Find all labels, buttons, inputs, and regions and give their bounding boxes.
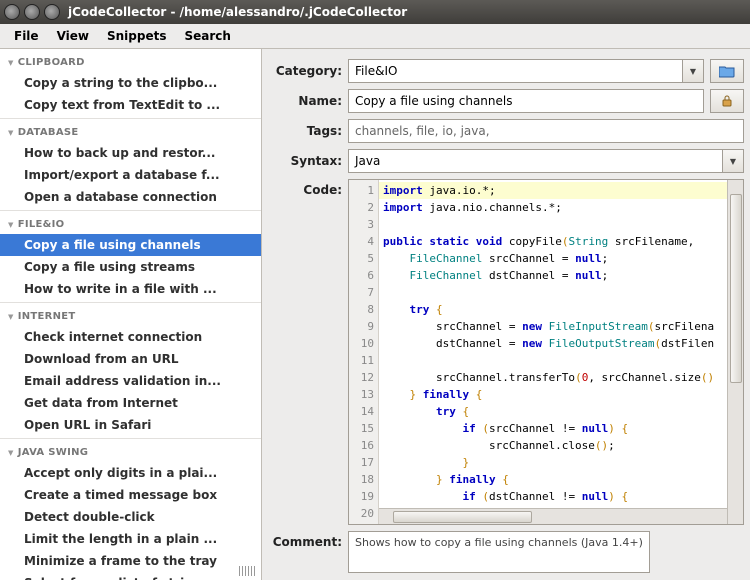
- tags-field[interactable]: channels, file, io, java,: [348, 119, 744, 143]
- sidebar-item[interactable]: How to back up and restor...: [0, 142, 261, 164]
- close-window-button[interactable]: [4, 4, 20, 20]
- maximize-window-button[interactable]: [44, 4, 60, 20]
- sidebar-resize-grip[interactable]: [239, 566, 257, 576]
- sidebar-category-header[interactable]: DATABASE: [0, 121, 261, 142]
- sidebar: CLIPBOARDCopy a string to the clipbo...C…: [0, 49, 262, 580]
- sidebar-item[interactable]: Get data from Internet: [0, 392, 261, 414]
- minimize-window-button[interactable]: [24, 4, 40, 20]
- sidebar-item[interactable]: Create a timed message box: [0, 484, 261, 506]
- menubar: File View Snippets Search: [0, 24, 750, 49]
- menu-snippets[interactable]: Snippets: [99, 26, 175, 46]
- syntax-label: Syntax:: [272, 154, 342, 168]
- menu-view[interactable]: View: [49, 26, 97, 46]
- sidebar-item[interactable]: Check internet connection: [0, 326, 261, 348]
- menu-search[interactable]: Search: [176, 26, 238, 46]
- new-category-button[interactable]: [710, 59, 744, 83]
- lock-button[interactable]: [710, 89, 744, 113]
- menu-file[interactable]: File: [6, 26, 47, 46]
- sidebar-category-header[interactable]: JAVA SWING: [0, 441, 261, 462]
- sidebar-item[interactable]: Select from a list of strings...: [0, 572, 261, 580]
- sidebar-item[interactable]: Copy a string to the clipbo...: [0, 72, 261, 94]
- hscroll-thumb[interactable]: [393, 511, 532, 523]
- sidebar-category-header[interactable]: FILE&IO: [0, 213, 261, 234]
- sidebar-item[interactable]: Open a database connection: [0, 186, 261, 208]
- sidebar-item[interactable]: Copy a file using streams: [0, 256, 261, 278]
- sidebar-item[interactable]: Copy a file using channels: [0, 234, 261, 256]
- sidebar-item[interactable]: Minimize a frame to the tray: [0, 550, 261, 572]
- syntax-combo[interactable]: Java: [348, 149, 722, 173]
- sidebar-item[interactable]: Limit the length in a plain ...: [0, 528, 261, 550]
- syntax-combo-button[interactable]: ▼: [722, 149, 744, 173]
- sidebar-item[interactable]: Email address validation in...: [0, 370, 261, 392]
- sidebar-category-header[interactable]: CLIPBOARD: [0, 51, 261, 72]
- comment-field[interactable]: Shows how to copy a file using channels …: [348, 531, 650, 573]
- vscroll-thumb[interactable]: [730, 194, 742, 383]
- window-title: jCodeCollector - /home/alessandro/.jCode…: [68, 5, 407, 19]
- content-panel: Category: File&IO ▼ Name: Copy a file us…: [262, 49, 750, 580]
- window-titlebar: jCodeCollector - /home/alessandro/.jCode…: [0, 0, 750, 24]
- code-label: Code:: [272, 179, 342, 197]
- sidebar-item[interactable]: Copy text from TextEdit to ...: [0, 94, 261, 116]
- folder-blue-icon: [719, 64, 735, 78]
- sidebar-item[interactable]: How to write in a file with ...: [0, 278, 261, 300]
- name-field[interactable]: Copy a file using channels: [348, 89, 704, 113]
- sidebar-item[interactable]: Detect double-click: [0, 506, 261, 528]
- category-combo[interactable]: File&IO: [348, 59, 682, 83]
- comment-label: Comment:: [272, 531, 342, 549]
- category-label: Category:: [272, 64, 342, 78]
- code-editor[interactable]: 1234567891011121314151617181920 import j…: [348, 179, 744, 525]
- tags-label: Tags:: [272, 124, 342, 138]
- sidebar-item[interactable]: Download from an URL: [0, 348, 261, 370]
- sidebar-item[interactable]: Open URL in Safari: [0, 414, 261, 436]
- sidebar-item[interactable]: Accept only digits in a plai...: [0, 462, 261, 484]
- code-hscrollbar[interactable]: [379, 508, 727, 524]
- code-text[interactable]: import java.io.*;import java.nio.channel…: [379, 180, 727, 524]
- code-gutter: 1234567891011121314151617181920: [349, 180, 379, 524]
- name-label: Name:: [272, 94, 342, 108]
- lock-icon: [720, 94, 734, 108]
- sidebar-item[interactable]: Import/export a database f...: [0, 164, 261, 186]
- code-vscrollbar[interactable]: [727, 180, 743, 524]
- sidebar-category-header[interactable]: INTERNET: [0, 305, 261, 326]
- category-combo-button[interactable]: ▼: [682, 59, 704, 83]
